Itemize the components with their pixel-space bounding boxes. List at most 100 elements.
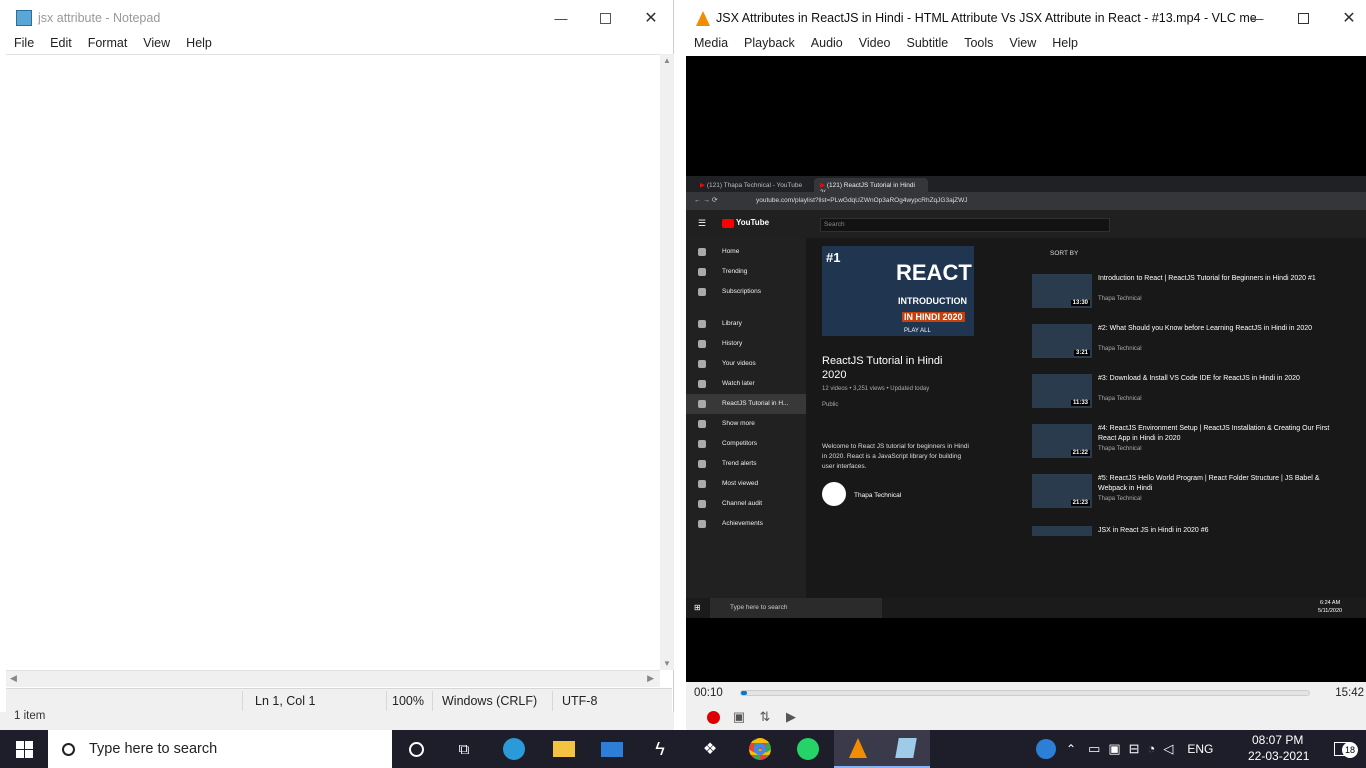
notepad-titlebar[interactable]: jsx attribute - Notepad — ✕ bbox=[0, 0, 673, 36]
task-view-button[interactable]: ⧉ bbox=[440, 730, 488, 768]
edge-button[interactable] bbox=[490, 730, 538, 768]
sidebar-item: Trend alerts bbox=[686, 454, 806, 474]
thumb-big-text: REACT bbox=[896, 260, 972, 285]
encoding: UTF-8 bbox=[562, 694, 598, 708]
video-item: 21:23 #5: ReactJS Hello World Program | R… bbox=[1032, 474, 1362, 520]
playlist-channel: Thapa Technical bbox=[854, 492, 902, 499]
menu-format[interactable]: Format bbox=[80, 36, 136, 50]
browser-tab: ▶ (121) Thapa Technical - YouTube bbox=[694, 178, 812, 192]
seek-bar-fill bbox=[741, 691, 748, 695]
video-channel: Thapa Technical bbox=[1098, 446, 1142, 452]
vlc-titlebar[interactable]: JSX Attributes in ReactJS in Hindi - HTM… bbox=[686, 0, 1366, 36]
video-list: SORT BY 13:30 Introduction to React | Rea… bbox=[1026, 238, 1366, 618]
maximize-icon bbox=[599, 12, 611, 24]
chrome-button[interactable] bbox=[736, 730, 784, 768]
sidebar-item: History bbox=[686, 334, 806, 354]
playlist-meta: 12 videos • 3,251 views • Updated today bbox=[822, 386, 930, 392]
mail-button[interactable] bbox=[588, 730, 636, 768]
minimize-button[interactable]: — bbox=[1234, 0, 1280, 36]
mail-icon bbox=[601, 741, 623, 757]
frame-step-button[interactable]: ▶ bbox=[780, 706, 802, 728]
cortana-icon bbox=[408, 741, 424, 757]
close-button[interactable]: ✕ bbox=[1326, 0, 1366, 36]
tray-icons[interactable]: ▭▣⊟◔◁ bbox=[1088, 741, 1181, 757]
language-indicator[interactable]: ENG bbox=[1187, 742, 1213, 756]
close-button[interactable]: ✕ bbox=[628, 0, 674, 36]
url-text: youtube.com/playlist?list=PLwGdqUZWnOp3a… bbox=[756, 197, 968, 204]
vlc-cone-icon bbox=[696, 10, 710, 26]
scroll-right-icon[interactable]: ▶ bbox=[647, 673, 654, 684]
snapshot-button[interactable]: ▣ bbox=[728, 706, 750, 728]
explorer-status: 1 item bbox=[14, 710, 46, 722]
chevron-up-icon[interactable]: ⌃ bbox=[1066, 742, 1076, 756]
help-icon[interactable] bbox=[1036, 739, 1056, 759]
menu-playback[interactable]: Playback bbox=[736, 36, 803, 56]
menu-help[interactable]: Help bbox=[1044, 36, 1086, 56]
menu-video[interactable]: Video bbox=[851, 36, 899, 56]
menu-audio[interactable]: Audio bbox=[803, 36, 851, 56]
vlc-taskbar-button[interactable] bbox=[834, 730, 882, 768]
close-icon: ✕ bbox=[1342, 10, 1356, 27]
chrome-icon bbox=[749, 738, 771, 760]
menu-file[interactable]: File bbox=[6, 36, 42, 50]
playlist-thumbnail: #1 REACT INTRODUCTION IN HINDI 2020 PLAY… bbox=[822, 246, 974, 336]
video-title: #3: Download & Install VS Code IDE for R… bbox=[1098, 375, 1300, 382]
menu-view[interactable]: View bbox=[135, 36, 178, 50]
sidebar-item: Subscriptions bbox=[686, 282, 806, 302]
status-divider bbox=[552, 691, 553, 711]
menu-subtitle[interactable]: Subtitle bbox=[899, 36, 957, 56]
minimize-button[interactable]: — bbox=[538, 0, 584, 36]
sidebar-item: Most viewed bbox=[686, 474, 806, 494]
cortana-button[interactable] bbox=[392, 730, 440, 768]
line-ending: Windows (CRLF) bbox=[442, 694, 538, 708]
menu-edit[interactable]: Edit bbox=[42, 36, 80, 50]
video-duration: 21:22 bbox=[1070, 450, 1090, 456]
notification-button[interactable]: 18 bbox=[1318, 730, 1366, 768]
scroll-up-icon[interactable]: ▲ bbox=[663, 56, 671, 65]
video-area[interactable]: ▶ (121) Thapa Technical - YouTube ▶ (121… bbox=[686, 56, 1366, 682]
maximize-button[interactable] bbox=[582, 0, 628, 36]
video-duration: 3:21 bbox=[1073, 350, 1090, 356]
loop-ab-button[interactable]: ⇅ bbox=[754, 706, 776, 728]
start-button[interactable] bbox=[0, 730, 48, 768]
record-button[interactable] bbox=[702, 706, 724, 728]
youtube-logo-icon bbox=[722, 219, 734, 228]
dropbox-button[interactable]: ❖ bbox=[686, 730, 734, 768]
youtube-logo: YouTube bbox=[736, 218, 770, 227]
menu-icon: ☰ bbox=[698, 218, 707, 228]
inner-search-text: Type here to search bbox=[730, 604, 788, 611]
sidebar-item: Channel audit bbox=[686, 494, 806, 514]
time-total: 15:42 bbox=[1335, 687, 1364, 699]
menu-help[interactable]: Help bbox=[178, 36, 220, 50]
clock-date[interactable]: 22-03-2021 bbox=[1248, 749, 1309, 763]
vlc-cone-icon bbox=[849, 738, 867, 758]
browser-tab-active: ▶ (121) ReactJS Tutorial in Hindi 2( bbox=[814, 178, 928, 196]
vertical-scrollbar[interactable]: ▲ ▼ bbox=[660, 54, 674, 670]
seek-bar[interactable] bbox=[740, 690, 1310, 696]
pinned-app-button[interactable]: ϟ bbox=[636, 730, 684, 768]
zoom-level: 100% bbox=[392, 694, 424, 708]
scroll-down-icon[interactable]: ▼ bbox=[663, 659, 671, 668]
clock-time[interactable]: 08:07 PM bbox=[1252, 733, 1303, 747]
video-thumbnail: 21:22 bbox=[1032, 424, 1092, 458]
taskbar-search[interactable]: Type here to search bbox=[48, 730, 392, 768]
video-duration: 13:30 bbox=[1070, 300, 1090, 306]
minimize-icon: — bbox=[1250, 10, 1264, 26]
nav-icons: ← → ⟳ bbox=[694, 197, 718, 204]
menu-tools[interactable]: Tools bbox=[956, 36, 1001, 56]
notepad-text-area[interactable] bbox=[6, 54, 660, 670]
sidebar-item: Competitors bbox=[686, 434, 806, 454]
horizontal-scrollbar[interactable]: ◀ ▶ bbox=[6, 670, 660, 687]
notepad-taskbar-button[interactable] bbox=[882, 730, 930, 768]
maximize-button[interactable] bbox=[1280, 0, 1326, 36]
time-elapsed: 00:10 bbox=[694, 687, 723, 699]
vlc-title: JSX Attributes in ReactJS in Hindi - HTM… bbox=[716, 11, 1256, 25]
menu-view[interactable]: View bbox=[1001, 36, 1044, 56]
background-window-strip bbox=[674, 0, 686, 730]
whatsapp-icon bbox=[797, 738, 819, 760]
menu-media[interactable]: Media bbox=[686, 36, 736, 56]
thumb-sub-text: INTRODUCTION bbox=[898, 296, 967, 306]
whatsapp-button[interactable] bbox=[784, 730, 832, 768]
scroll-left-icon[interactable]: ◀ bbox=[10, 673, 17, 684]
file-explorer-button[interactable] bbox=[540, 730, 588, 768]
